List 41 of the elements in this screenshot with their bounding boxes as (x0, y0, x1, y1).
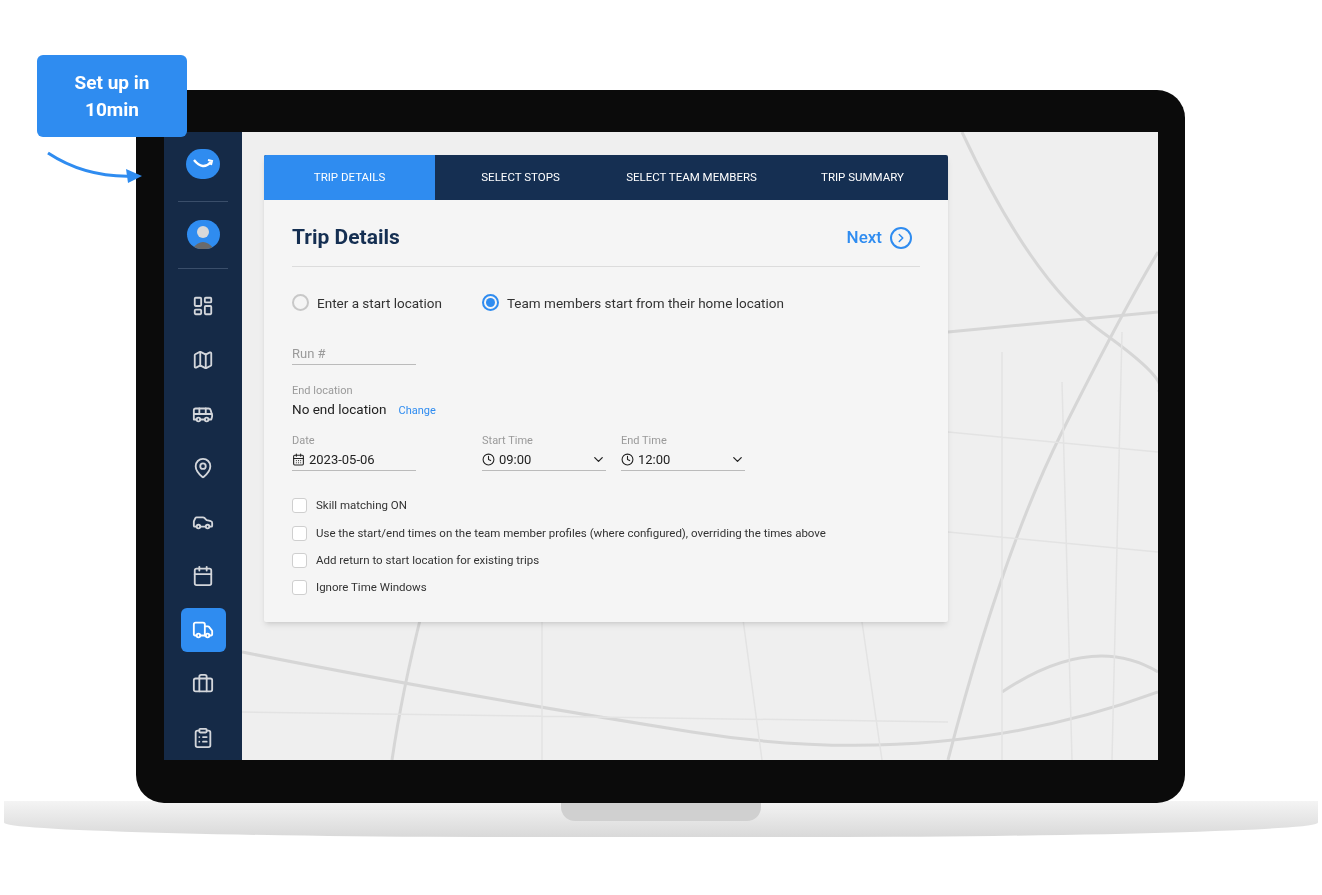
checkbox-option[interactable]: Skill matching ON (292, 497, 920, 515)
calendar-icon (192, 565, 214, 587)
dashboard-icon (192, 295, 214, 317)
radio-button[interactable] (292, 294, 309, 312)
radio-option[interactable]: Team members start from their home location (481, 292, 784, 313)
time-select[interactable]: 09:00 (482, 449, 606, 472)
avatar[interactable] (186, 220, 220, 250)
location-pin-icon (192, 457, 214, 479)
truck-icon (192, 619, 214, 641)
page-title: Trip Details (292, 224, 400, 251)
checkbox-option[interactable]: Ignore Time Windows (292, 579, 920, 597)
briefcase-icon (192, 673, 214, 695)
clock-icon (482, 453, 495, 467)
field-label: End Time (621, 433, 668, 450)
end-location-value: No end location (292, 399, 387, 419)
checkbox[interactable] (292, 525, 307, 541)
field-label: End location (292, 382, 354, 399)
checkbox[interactable] (292, 580, 307, 596)
logo-icon (186, 149, 220, 179)
radio-button[interactable] (481, 294, 499, 312)
checkbox-option[interactable]: Add return to start location for existing trips (292, 551, 920, 569)
field-label: Date (292, 433, 316, 450)
time-select[interactable]: 12:00 (621, 449, 745, 472)
checkbox[interactable] (292, 552, 307, 568)
curved-arrow-icon (46, 150, 144, 184)
callout-text: Set up in 10min (73, 70, 151, 123)
chevron-right-icon (890, 226, 912, 249)
date-field[interactable]: 2023-05-06 (292, 449, 416, 472)
clipboard-icon (192, 727, 214, 749)
tab[interactable]: TRIP SUMMARY (777, 155, 948, 200)
radio-option[interactable]: Enter a start location (292, 292, 442, 313)
clock-icon (621, 453, 634, 467)
tab[interactable]: SELECT TEAM MEMBERS (606, 155, 777, 200)
map-icon (192, 349, 214, 371)
run-number-field[interactable]: Run # (292, 342, 416, 365)
sidebar-item[interactable] (180, 608, 226, 652)
checkbox[interactable] (292, 498, 307, 514)
calendar-icon (292, 453, 305, 467)
tab[interactable]: SELECT STOPS (435, 155, 606, 200)
checkbox-option[interactable]: Use the start/end times on the team member profiles (where configured), overriding the times above (292, 524, 920, 542)
field-label: Start Time (482, 433, 534, 450)
